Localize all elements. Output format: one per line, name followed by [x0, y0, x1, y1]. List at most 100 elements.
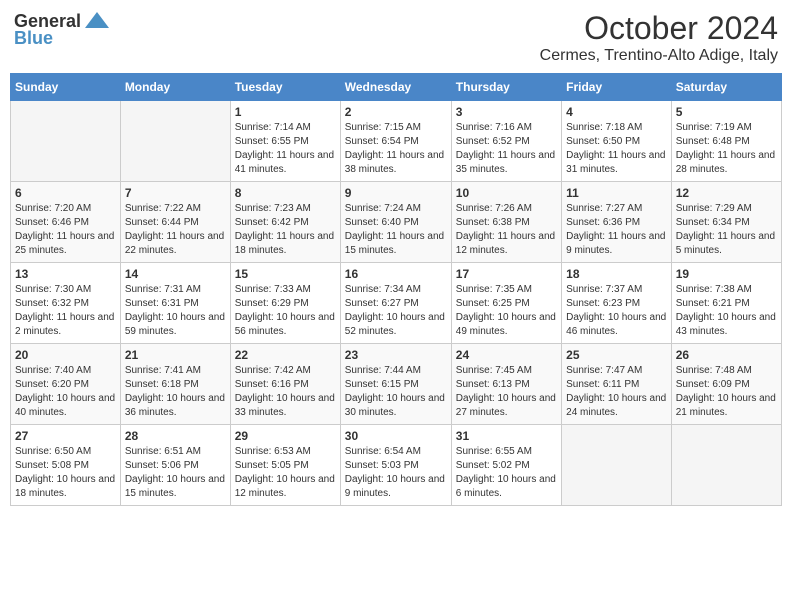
calendar-cell: 9 Sunrise: 7:24 AM Sunset: 6:40 PM Daylig…	[340, 182, 451, 263]
day-info: Sunrise: 7:40 AM Sunset: 6:20 PM Dayligh…	[15, 364, 116, 420]
day-info: Sunrise: 7:42 AM Sunset: 6:16 PM Dayligh…	[235, 364, 336, 420]
day-info: Sunrise: 7:24 AM Sunset: 6:40 PM Dayligh…	[345, 202, 447, 258]
day-number: 20	[15, 348, 116, 362]
day-number: 16	[345, 267, 447, 281]
calendar-cell: 13Sunrise: 7:30 AM Sunset: 6:32 PM Dayli…	[11, 263, 121, 344]
day-info: Sunrise: 7:14 AM Sunset: 6:55 PM Dayligh…	[235, 121, 336, 177]
day-number: 31	[456, 429, 557, 443]
calendar-cell: 2 Sunrise: 7:15 AM Sunset: 6:54 PM Daylig…	[340, 101, 451, 182]
calendar-cell: 7 Sunrise: 7:22 AM Sunset: 6:44 PM Daylig…	[120, 182, 230, 263]
day-info: Sunrise: 6:53 AM Sunset: 5:05 PM Dayligh…	[235, 445, 336, 501]
calendar-table: SundayMondayTuesdayWednesdayThursdayFrid…	[10, 73, 782, 506]
day-number: 1	[235, 105, 336, 119]
logo-blue-text: Blue	[14, 28, 53, 49]
day-info: Sunrise: 7:34 AM Sunset: 6:27 PM Dayligh…	[345, 283, 447, 339]
day-number: 5	[676, 105, 777, 119]
calendar-cell: 4 Sunrise: 7:18 AM Sunset: 6:50 PM Daylig…	[562, 101, 672, 182]
calendar-week-row: 13Sunrise: 7:30 AM Sunset: 6:32 PM Dayli…	[11, 263, 782, 344]
day-number: 7	[125, 186, 226, 200]
day-info: Sunrise: 7:37 AM Sunset: 6:23 PM Dayligh…	[566, 283, 667, 339]
day-info: Sunrise: 7:31 AM Sunset: 6:31 PM Dayligh…	[125, 283, 226, 339]
day-number: 4	[566, 105, 667, 119]
calendar-cell: 23 Sunrise: 7:44 AM Sunset: 6:15 PM Dayli…	[340, 344, 451, 425]
day-info: Sunrise: 6:50 AM Sunset: 5:08 PM Dayligh…	[15, 445, 116, 501]
calendar-cell	[120, 101, 230, 182]
page-header: General Blue October 2024 Cermes, Trenti…	[10, 10, 782, 65]
calendar-cell: 25 Sunrise: 7:47 AM Sunset: 6:11 PM Dayli…	[562, 344, 672, 425]
calendar-cell: 16 Sunrise: 7:34 AM Sunset: 6:27 PM Dayli…	[340, 263, 451, 344]
calendar-cell	[671, 425, 781, 506]
day-number: 30	[345, 429, 447, 443]
day-number: 8	[235, 186, 336, 200]
calendar-cell	[562, 425, 672, 506]
day-info: Sunrise: 7:22 AM Sunset: 6:44 PM Dayligh…	[125, 202, 226, 258]
logo: General Blue	[14, 10, 111, 49]
header-wednesday: Wednesday	[340, 74, 451, 101]
calendar-cell: 31 Sunrise: 6:55 AM Sunset: 5:02 PM Dayli…	[451, 425, 561, 506]
day-info: Sunrise: 7:47 AM Sunset: 6:11 PM Dayligh…	[566, 364, 667, 420]
day-number: 25	[566, 348, 667, 362]
title-section: October 2024 Cermes, Trentino-Alto Adige…	[540, 10, 778, 65]
calendar-cell: 8Sunrise: 7:23 AM Sunset: 6:42 PM Daylig…	[230, 182, 340, 263]
day-number: 19	[676, 267, 777, 281]
header-friday: Friday	[562, 74, 672, 101]
day-number: 10	[456, 186, 557, 200]
day-info: Sunrise: 7:18 AM Sunset: 6:50 PM Dayligh…	[566, 121, 667, 177]
day-info: Sunrise: 7:35 AM Sunset: 6:25 PM Dayligh…	[456, 283, 557, 339]
calendar-cell: 1 Sunrise: 7:14 AM Sunset: 6:55 PM Daylig…	[230, 101, 340, 182]
day-info: Sunrise: 6:51 AM Sunset: 5:06 PM Dayligh…	[125, 445, 226, 501]
calendar-cell: 14Sunrise: 7:31 AM Sunset: 6:31 PM Dayli…	[120, 263, 230, 344]
calendar-body: 1 Sunrise: 7:14 AM Sunset: 6:55 PM Daylig…	[11, 101, 782, 506]
calendar-cell: 3Sunrise: 7:16 AM Sunset: 6:52 PM Daylig…	[451, 101, 561, 182]
calendar-cell: 20 Sunrise: 7:40 AM Sunset: 6:20 PM Dayli…	[11, 344, 121, 425]
calendar-cell: 10Sunrise: 7:26 AM Sunset: 6:38 PM Dayli…	[451, 182, 561, 263]
day-number: 29	[235, 429, 336, 443]
calendar-cell: 28 Sunrise: 6:51 AM Sunset: 5:06 PM Dayli…	[120, 425, 230, 506]
location-title: Cermes, Trentino-Alto Adige, Italy	[540, 47, 778, 65]
day-info: Sunrise: 6:55 AM Sunset: 5:02 PM Dayligh…	[456, 445, 557, 501]
header-monday: Monday	[120, 74, 230, 101]
day-info: Sunrise: 7:38 AM Sunset: 6:21 PM Dayligh…	[676, 283, 777, 339]
day-number: 23	[345, 348, 447, 362]
day-number: 22	[235, 348, 336, 362]
header-sunday: Sunday	[11, 74, 121, 101]
calendar-week-row: 1 Sunrise: 7:14 AM Sunset: 6:55 PM Daylig…	[11, 101, 782, 182]
day-info: Sunrise: 7:44 AM Sunset: 6:15 PM Dayligh…	[345, 364, 447, 420]
day-number: 26	[676, 348, 777, 362]
calendar-cell	[11, 101, 121, 182]
calendar-cell: 26Sunrise: 7:48 AM Sunset: 6:09 PM Dayli…	[671, 344, 781, 425]
calendar-cell: 18 Sunrise: 7:37 AM Sunset: 6:23 PM Dayli…	[562, 263, 672, 344]
calendar-week-row: 27Sunrise: 6:50 AM Sunset: 5:08 PM Dayli…	[11, 425, 782, 506]
calendar-cell: 15Sunrise: 7:33 AM Sunset: 6:29 PM Dayli…	[230, 263, 340, 344]
header-tuesday: Tuesday	[230, 74, 340, 101]
logo-icon	[83, 10, 111, 32]
calendar-cell: 24Sunrise: 7:45 AM Sunset: 6:13 PM Dayli…	[451, 344, 561, 425]
day-info: Sunrise: 7:20 AM Sunset: 6:46 PM Dayligh…	[15, 202, 116, 258]
day-number: 28	[125, 429, 226, 443]
day-number: 11	[566, 186, 667, 200]
day-number: 21	[125, 348, 226, 362]
calendar-cell: 21Sunrise: 7:41 AM Sunset: 6:18 PM Dayli…	[120, 344, 230, 425]
header-thursday: Thursday	[451, 74, 561, 101]
calendar-cell: 17Sunrise: 7:35 AM Sunset: 6:25 PM Dayli…	[451, 263, 561, 344]
day-info: Sunrise: 7:27 AM Sunset: 6:36 PM Dayligh…	[566, 202, 667, 258]
calendar-cell: 5 Sunrise: 7:19 AM Sunset: 6:48 PM Daylig…	[671, 101, 781, 182]
day-number: 6	[15, 186, 116, 200]
calendar-cell: 30Sunrise: 6:54 AM Sunset: 5:03 PM Dayli…	[340, 425, 451, 506]
calendar-cell: 19 Sunrise: 7:38 AM Sunset: 6:21 PM Dayli…	[671, 263, 781, 344]
day-info: Sunrise: 7:33 AM Sunset: 6:29 PM Dayligh…	[235, 283, 336, 339]
day-info: Sunrise: 7:30 AM Sunset: 6:32 PM Dayligh…	[15, 283, 116, 339]
header-saturday: Saturday	[671, 74, 781, 101]
calendar-cell: 6 Sunrise: 7:20 AM Sunset: 6:46 PM Daylig…	[11, 182, 121, 263]
calendar-cell: 27Sunrise: 6:50 AM Sunset: 5:08 PM Dayli…	[11, 425, 121, 506]
calendar-cell: 22 Sunrise: 7:42 AM Sunset: 6:16 PM Dayli…	[230, 344, 340, 425]
day-info: Sunrise: 7:45 AM Sunset: 6:13 PM Dayligh…	[456, 364, 557, 420]
day-number: 9	[345, 186, 447, 200]
month-title: October 2024	[540, 10, 778, 47]
day-number: 2	[345, 105, 447, 119]
day-number: 18	[566, 267, 667, 281]
day-info: Sunrise: 7:29 AM Sunset: 6:34 PM Dayligh…	[676, 202, 777, 258]
day-info: Sunrise: 7:15 AM Sunset: 6:54 PM Dayligh…	[345, 121, 447, 177]
calendar-cell: 29 Sunrise: 6:53 AM Sunset: 5:05 PM Dayli…	[230, 425, 340, 506]
day-info: Sunrise: 7:19 AM Sunset: 6:48 PM Dayligh…	[676, 121, 777, 177]
